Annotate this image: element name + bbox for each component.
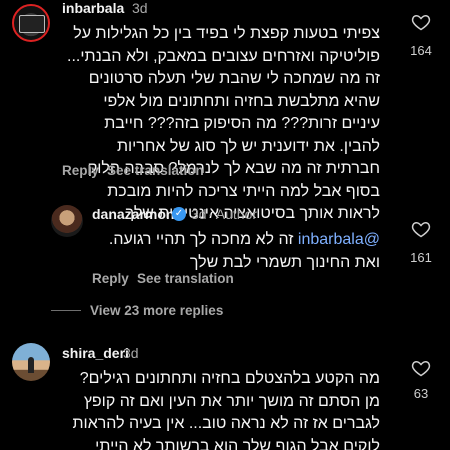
- avatar[interactable]: [12, 4, 50, 42]
- avatar-logo: [19, 15, 45, 33]
- see-translation-button[interactable]: See translation: [137, 271, 234, 286]
- verified-badge-icon: ✓: [172, 207, 186, 221]
- author-tag: · Author: [208, 206, 258, 222]
- heart-outline-icon[interactable]: [410, 358, 432, 378]
- like-count: 161: [410, 250, 432, 265]
- reply-button[interactable]: Reply: [62, 163, 99, 178]
- like-count: 63: [413, 386, 429, 401]
- see-translation-button[interactable]: See translation: [107, 163, 204, 178]
- comment-timestamp: 3d: [132, 0, 148, 16]
- mention-link[interactable]: @inbarbala: [298, 231, 380, 248]
- heart-outline-icon[interactable]: [410, 12, 432, 32]
- comment-timestamp: 3d: [123, 345, 139, 361]
- like-count: 164: [410, 43, 432, 58]
- comment-text: @inbarbala זה לא מחכה לך תהיי רגועה. ואת…: [92, 229, 380, 275]
- comment-username[interactable]: inbarbala: [62, 0, 124, 16]
- comment-username[interactable]: danazarmon: [92, 206, 174, 222]
- comment-text: מה הקטע בלהצטלם בחזיה ותחתונים רגילים? מ…: [72, 370, 381, 450]
- view-more-replies-button[interactable]: View 23 more replies: [90, 303, 223, 318]
- avatar[interactable]: [12, 343, 50, 381]
- comment-timestamp: 3d: [191, 206, 207, 222]
- avatar-figure: [28, 357, 34, 373]
- heart-outline-icon[interactable]: [410, 219, 432, 239]
- comment-username[interactable]: shira_deri: [62, 345, 129, 361]
- reply-button[interactable]: Reply: [92, 271, 129, 286]
- avatar[interactable]: [51, 205, 83, 237]
- replies-divider: [51, 310, 81, 311]
- comment-text: צפיתי בטעות קפצת לי בפיד בין כל הגלילות …: [67, 25, 380, 222]
